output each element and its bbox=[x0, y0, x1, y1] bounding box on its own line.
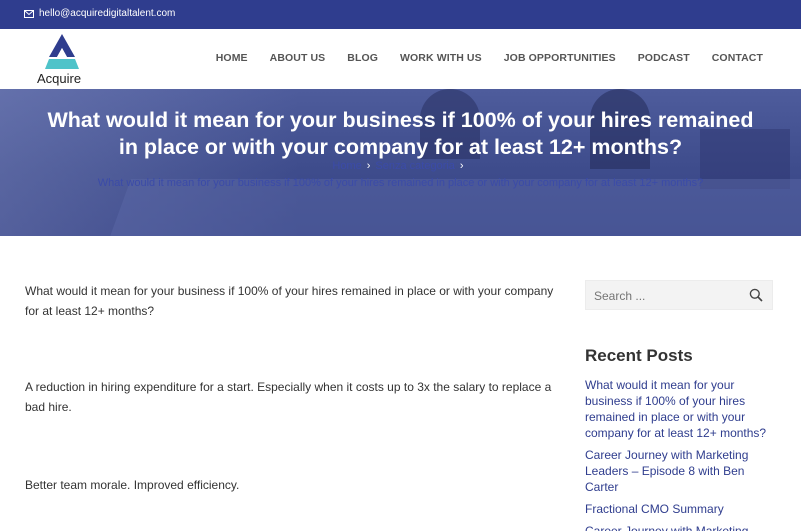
envelope-icon bbox=[24, 9, 34, 18]
article-paragraph: A reduction in hiring expenditure for a … bbox=[25, 380, 552, 414]
nav-work-with-us[interactable]: WORK WITH US bbox=[400, 52, 482, 64]
breadcrumb: Home › Senza categoria › bbox=[0, 160, 801, 172]
breadcrumb-home[interactable]: Home bbox=[332, 160, 361, 172]
recent-post-link[interactable]: Career Journey with Marketing bbox=[585, 523, 775, 531]
nav-job-opportunities[interactable]: JOB OPPORTUNITIES bbox=[504, 52, 616, 64]
contact-email-link[interactable]: hello@acquiredigitaltalent.com bbox=[24, 8, 175, 19]
search-box bbox=[585, 280, 773, 310]
contact-email[interactable]: hello@acquiredigitaltalent.com bbox=[39, 8, 175, 19]
nav-home[interactable]: HOME bbox=[216, 52, 248, 64]
chevron-right-icon: › bbox=[366, 160, 371, 172]
nav-about-us[interactable]: ABOUT US bbox=[270, 52, 326, 64]
recent-posts-list: What would it mean for your business if … bbox=[585, 377, 775, 531]
nav-podcast[interactable]: PODCAST bbox=[638, 52, 690, 64]
logo-text[interactable]: Acquire bbox=[37, 71, 81, 86]
recent-post-link[interactable]: Fractional CMO Summary bbox=[585, 501, 775, 517]
main-nav: HOME ABOUT US BLOG WORK WITH US JOB OPPO… bbox=[216, 52, 763, 64]
acquire-logo-icon bbox=[45, 34, 79, 69]
article-paragraph: Better team morale. Improved efficiency. bbox=[25, 478, 240, 492]
breadcrumb-category[interactable]: Senza categoria bbox=[375, 160, 455, 172]
breadcrumb-current: What would it mean for your business if … bbox=[97, 177, 704, 189]
site-header: Acquire HOME ABOUT US BLOG WORK WITH US … bbox=[0, 29, 801, 89]
nav-contact[interactable]: CONTACT bbox=[712, 52, 763, 64]
nav-blog[interactable]: BLOG bbox=[347, 52, 378, 64]
article-paragraph: What would it mean for your business if … bbox=[25, 284, 554, 318]
hero-banner: What would it mean for your business if … bbox=[0, 89, 801, 236]
page-title-line-2: in place or with your company for at lea… bbox=[118, 135, 683, 159]
top-bar: hello@acquiredigitaltalent.com bbox=[0, 0, 801, 29]
recent-post-link[interactable]: Career Journey with Marketing Leaders – … bbox=[585, 447, 775, 495]
search-input[interactable] bbox=[594, 287, 744, 305]
page-title: What would it mean for your business if … bbox=[0, 107, 801, 161]
recent-post-link[interactable]: What would it mean for your business if … bbox=[585, 377, 775, 441]
search-icon[interactable] bbox=[749, 288, 763, 307]
chevron-right-icon: › bbox=[459, 160, 464, 172]
page-title-line-1: What would it mean for your business if … bbox=[47, 108, 754, 132]
recent-posts-heading: Recent Posts bbox=[585, 346, 693, 365]
